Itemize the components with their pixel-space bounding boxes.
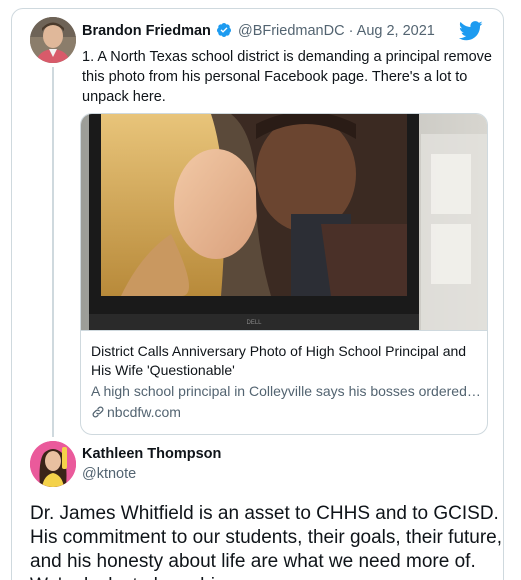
reply-text: Dr. James Whitfield is an asset to CHHS … <box>30 503 503 580</box>
link-title[interactable]: District Calls Anniversary Photo of High… <box>91 342 479 380</box>
link-domain-row[interactable]: nbcdfw.com <box>91 403 181 422</box>
tweet-header: Brandon Friedman @BFriedmanDC · Aug 2, 2… <box>82 22 435 39</box>
svg-text:DELL: DELL <box>246 320 262 326</box>
link-description: A high school principal in Colleyville s… <box>91 383 481 399</box>
tweet-text: 1. A North Texas school district is dema… <box>82 49 492 105</box>
author-name[interactable]: Brandon Friedman <box>82 23 211 39</box>
author-handle[interactable]: @BFriedmanDC <box>238 23 345 39</box>
verified-badge-icon <box>216 23 231 37</box>
author-avatar[interactable] <box>30 17 76 63</box>
tweet-date[interactable]: Aug 2, 2021 <box>357 23 435 39</box>
link-icon <box>92 406 104 418</box>
meta-separator: · <box>348 23 354 39</box>
link-domain: nbcdfw.com <box>107 404 181 420</box>
thread-connector-line <box>52 67 54 437</box>
reply-author-avatar[interactable] <box>30 441 76 487</box>
embedded-tweet-card[interactable]: Brandon Friedman @BFriedmanDC · Aug 2, 2… <box>11 8 504 580</box>
twitter-bird-icon[interactable] <box>459 21 483 41</box>
link-card-divider <box>81 330 487 331</box>
link-preview-card[interactable]: DELL District Calls Anniversary Photo of… <box>80 113 488 435</box>
link-preview-image: DELL <box>81 114 487 330</box>
reply-author-name[interactable]: Kathleen Thompson <box>82 446 221 462</box>
reply-author-handle[interactable]: @ktnote <box>82 466 136 482</box>
